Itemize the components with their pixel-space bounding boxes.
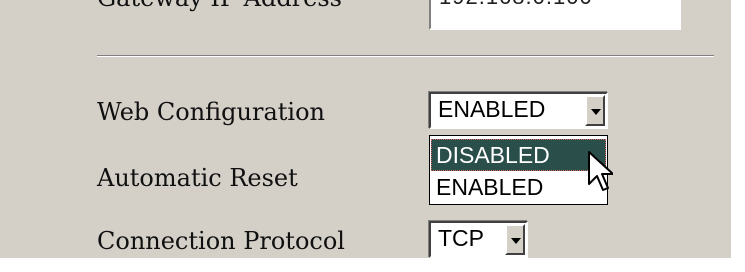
chevron-down-icon — [511, 238, 521, 244]
dropdown-option-enabled[interactable]: ENABLED — [431, 171, 606, 203]
connection-protocol-selected-value: TCP — [438, 225, 484, 251]
chevron-down-icon — [591, 109, 601, 115]
mouse-pointer-icon — [588, 151, 613, 191]
web-configuration-label: Web Configuration — [97, 98, 326, 126]
gateway-ip-value: 192.168.0.100 — [439, 0, 593, 10]
gateway-ip-field[interactable]: 192.168.0.100 — [429, 0, 681, 30]
section-divider — [97, 55, 714, 57]
gateway-ip-label: Gateway IP Address — [97, 0, 342, 10]
connection-protocol-label: Connection Protocol — [97, 227, 345, 255]
automatic-reset-label: Automatic Reset — [97, 164, 298, 192]
web-configuration-selected-value: ENABLED — [438, 96, 546, 122]
web-configuration-dropdown-button[interactable] — [585, 95, 605, 126]
web-configuration-select[interactable]: ENABLED — [429, 92, 608, 129]
connection-protocol-select[interactable]: TCP — [429, 221, 528, 258]
settings-panel: Gateway IP Address 192.168.0.100 Web Con… — [0, 0, 731, 258]
connection-protocol-dropdown-button[interactable] — [505, 224, 525, 255]
web-configuration-dropdown-list: DISABLED ENABLED — [429, 135, 608, 205]
dropdown-option-disabled[interactable]: DISABLED — [431, 139, 606, 171]
